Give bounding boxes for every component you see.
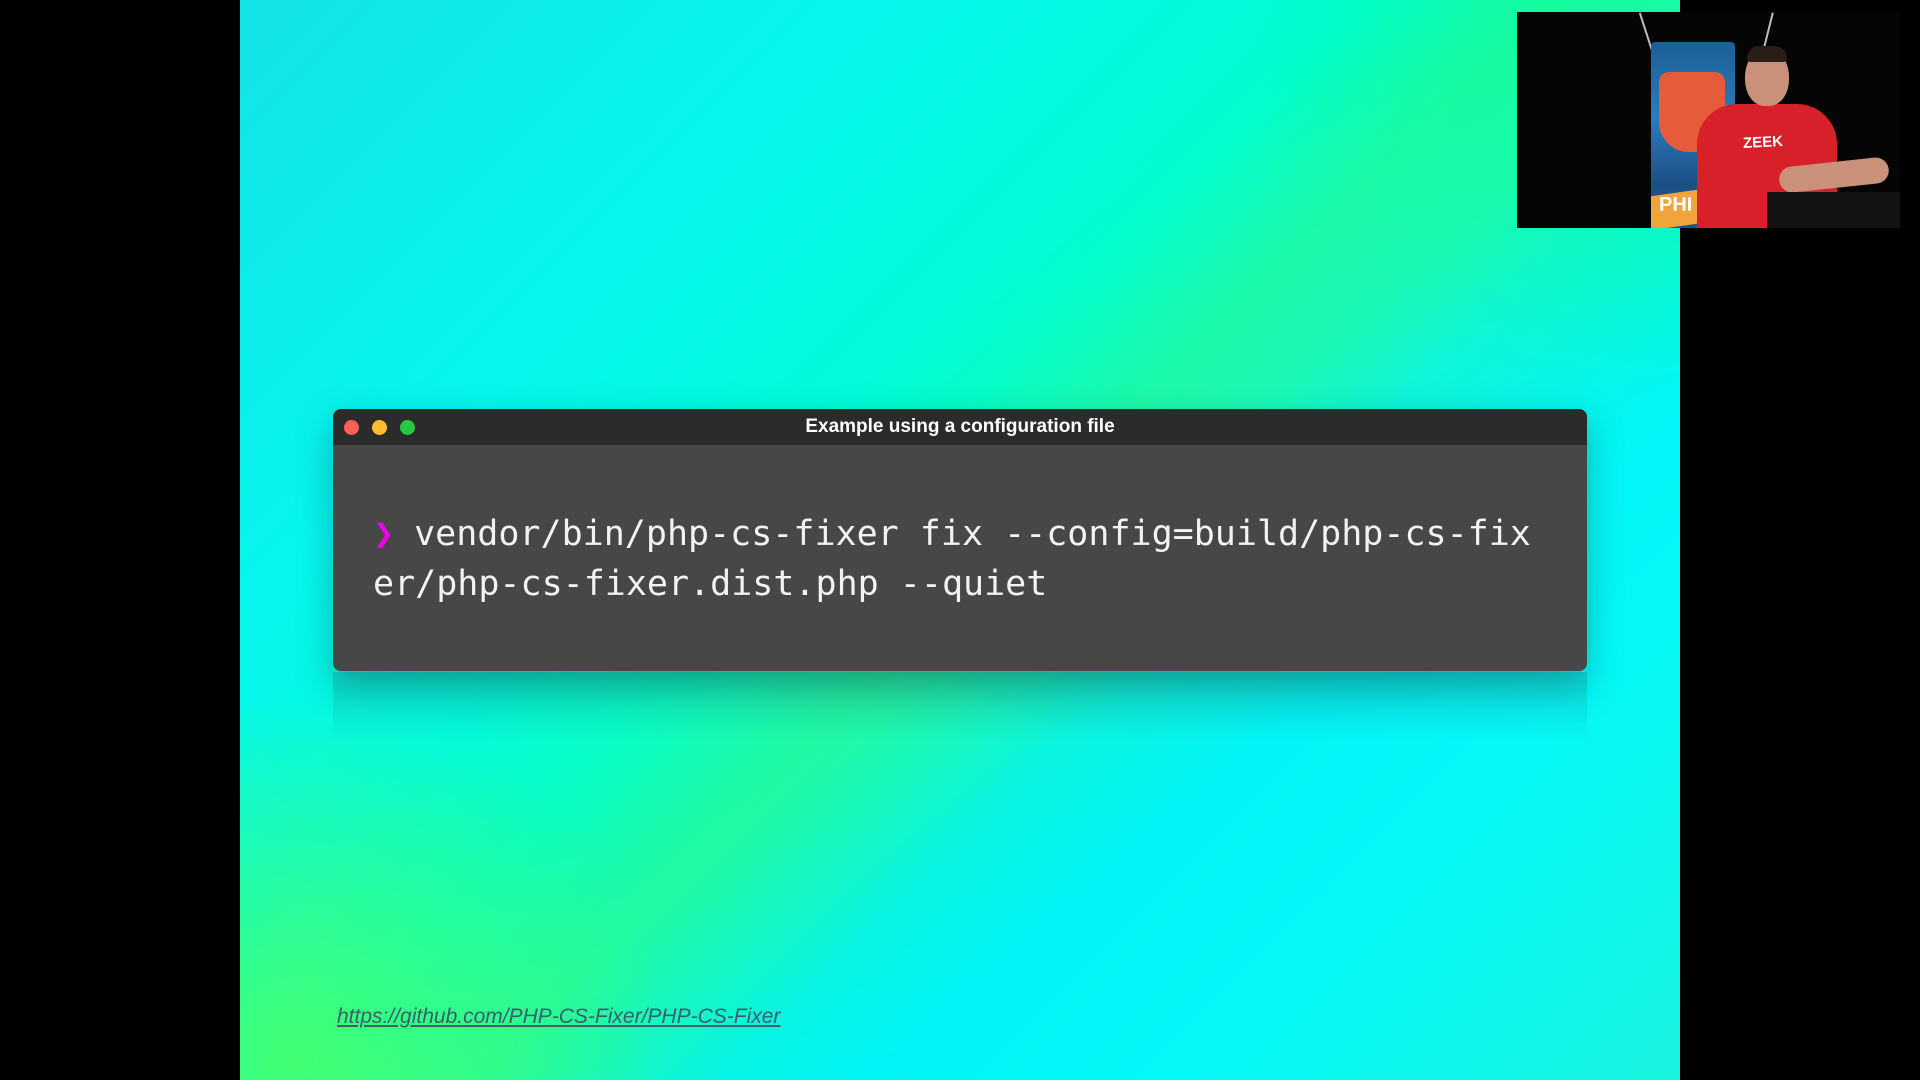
speaker-shirt-text: ZEEK xyxy=(1742,132,1784,153)
video-frame: Example using a configuration file ❯ vend… xyxy=(0,0,1920,1080)
banner-text: PHI xyxy=(1659,194,1693,216)
terminal-reflection xyxy=(333,672,1587,742)
podium xyxy=(1767,192,1900,228)
terminal-window: Example using a configuration file ❯ vend… xyxy=(333,409,1587,671)
speaker-camera-overlay: PHI ZEEK xyxy=(1517,12,1900,228)
terminal-command-line: ❯ vendor/bin/php-cs-fixer fix --config=bu… xyxy=(373,509,1533,609)
terminal-titlebar: Example using a configuration file xyxy=(333,409,1587,445)
terminal-command: vendor/bin/php-cs-fixer fix --config=bui… xyxy=(373,514,1531,604)
source-link[interactable]: https://github.com/PHP-CS-Fixer/PHP-CS-F… xyxy=(337,1005,780,1029)
speaker-hair xyxy=(1747,46,1787,62)
prompt-chevron-icon: ❯ xyxy=(373,514,395,554)
terminal-title: Example using a configuration file xyxy=(805,416,1115,437)
presentation-slide: Example using a configuration file ❯ vend… xyxy=(240,0,1680,1080)
